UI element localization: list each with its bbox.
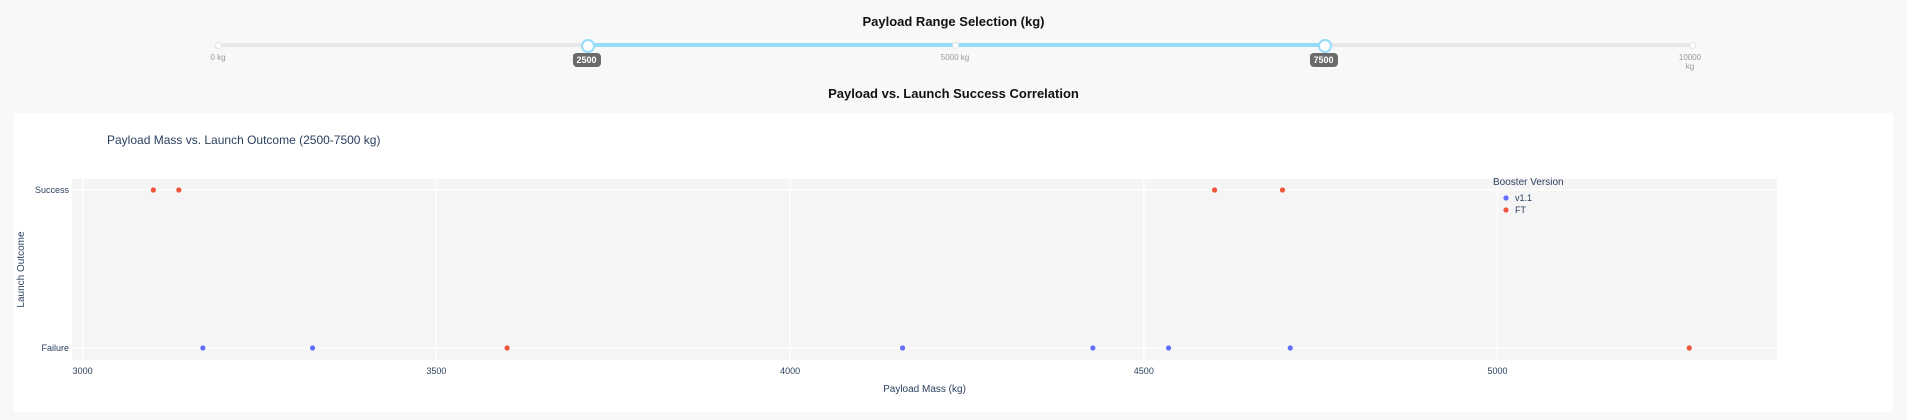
legend-label: v1.1 [1515,193,1532,203]
slider-mark-dot[interactable] [1689,42,1696,49]
slider-tooltip-low: 2500 [572,53,601,67]
scatter-point-v11[interactable] [309,345,316,351]
payload-range-slider[interactable]: 0 kg2500 kg5000 kg7500 kg10000 kg 2500 7… [210,36,1701,76]
range-slider-title: Payload Range Selection (kg) [862,14,1045,29]
chart-section-heading: Payload vs. Launch Success Correlation [828,86,1079,101]
chart-title: Payload Mass vs. Launch Outcome (2500-75… [107,133,380,147]
slider-mark-dot[interactable] [215,42,222,49]
legend-label: FT [1515,205,1526,215]
legend-marker [1503,207,1509,213]
slider-mark-label[interactable]: 10000 kg [1675,53,1705,71]
scatter-chart: 3000 3500 4000 4500 5000 Failure Success Paylo… [16,133,1777,395]
scatter-point-ft[interactable] [176,187,182,193]
x-tick-label: 4500 [1134,366,1154,376]
chart-card: 3000 3500 4000 4500 5000 Failure Success Paylo… [14,113,1893,412]
scatter-point-ft[interactable] [150,187,156,193]
slider-tooltip-high: 7500 [1309,53,1338,67]
x-tick-label: 3000 [73,366,93,376]
slider-handle-high[interactable] [1317,39,1332,53]
x-tick-label: 3500 [426,366,446,376]
scatter-point-v11[interactable] [1090,345,1096,351]
scatter-point-v11[interactable] [1165,345,1172,351]
y-axis-label: Launch Outcome [16,231,27,308]
slider-mark-label[interactable]: 5000 kg [941,53,969,62]
slider-mark-dot[interactable] [952,42,959,49]
slider-mark-label[interactable]: 0 kg [210,53,225,62]
y-tick-label: Success [35,185,70,195]
x-tick-label: 4000 [780,366,800,376]
scatter-point-v11[interactable] [1287,345,1293,351]
scatter-point-ft[interactable] [1279,187,1286,193]
legend-marker [1503,195,1509,201]
scatter-point-ft[interactable] [504,345,510,351]
scatter-point-ft[interactable] [1686,345,1692,351]
legend-title: Booster Version [1493,177,1564,188]
x-axis-label: Payload Mass (kg) [883,384,966,395]
slider-handle-low[interactable] [580,39,595,53]
scatter-point-v11[interactable] [200,345,206,351]
scatter-point-v11[interactable] [899,345,906,351]
x-tick-label: 5000 [1488,366,1508,376]
y-tick-label: Failure [41,343,69,353]
scatter-point-ft[interactable] [1211,187,1218,193]
